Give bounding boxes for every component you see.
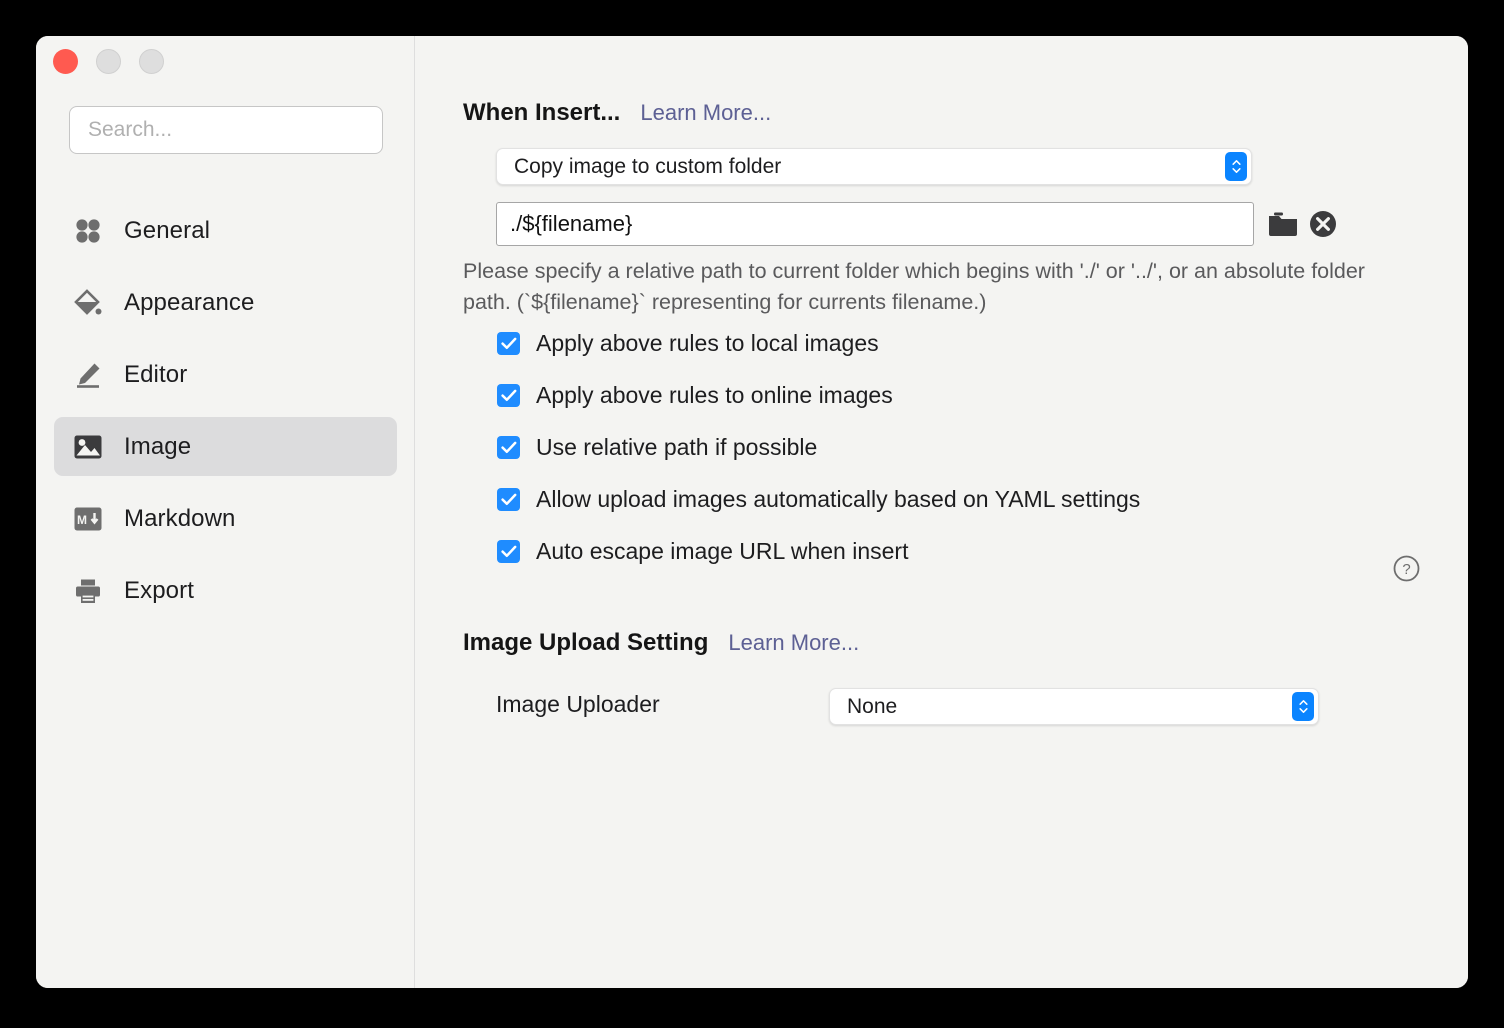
- checkbox-checked-icon[interactable]: [497, 540, 520, 563]
- close-button[interactable]: [53, 49, 78, 74]
- insert-mode-value: Copy image to custom folder: [514, 154, 782, 178]
- insert-mode-select[interactable]: Copy image to custom folder: [496, 148, 1252, 185]
- checkbox-label: Use relative path if possible: [536, 434, 818, 460]
- minimize-button[interactable]: [96, 49, 121, 74]
- checkbox-label: Apply above rules to local images: [536, 330, 879, 356]
- checkbox-checked-icon[interactable]: [497, 488, 520, 511]
- checkbox-label: Apply above rules to online images: [536, 382, 893, 408]
- markdown-icon: M: [73, 504, 103, 534]
- folder-icon[interactable]: [1268, 209, 1298, 239]
- paint-bucket-icon: [73, 288, 103, 318]
- checkbox-row-yaml-upload[interactable]: Allow upload images automatically based …: [497, 486, 1140, 513]
- image-upload-learn-more-link[interactable]: Learn More...: [728, 630, 859, 656]
- section-title: Image Upload Setting: [463, 629, 709, 656]
- question-circle-icon[interactable]: ?: [1393, 555, 1420, 582]
- pencil-icon: [73, 360, 103, 390]
- traffic-lights: [53, 49, 164, 74]
- checkbox-checked-icon[interactable]: [497, 436, 520, 459]
- checkbox-label: Auto escape image URL when insert: [536, 538, 909, 564]
- when-insert-section-header: When Insert... Learn More...: [463, 99, 771, 127]
- checkbox-checked-icon[interactable]: [497, 332, 520, 355]
- image-uploader-value: None: [847, 694, 898, 718]
- stepper-icon[interactable]: [1292, 692, 1314, 721]
- grid-dots-icon: [73, 216, 103, 246]
- custom-folder-path-input[interactable]: [496, 202, 1254, 246]
- checkbox-row-auto-escape[interactable]: Auto escape image URL when insert: [497, 538, 908, 565]
- stepper-icon[interactable]: [1225, 152, 1247, 181]
- sidebar-item-label: Markdown: [124, 504, 236, 532]
- when-insert-learn-more-link[interactable]: Learn More...: [640, 100, 771, 126]
- sidebar-item-editor[interactable]: Editor: [54, 345, 397, 404]
- image-icon: [73, 432, 103, 462]
- image-upload-section-header: Image Upload Setting Learn More...: [463, 629, 859, 657]
- svg-text:?: ?: [1402, 561, 1410, 578]
- image-uploader-select[interactable]: None: [829, 688, 1319, 725]
- path-hint-text: Please specify a relative path to curren…: [463, 259, 1365, 314]
- preferences-window: General Appearance: [36, 36, 1468, 988]
- sidebar-item-image[interactable]: Image: [54, 417, 397, 476]
- checkbox-checked-icon[interactable]: [497, 384, 520, 407]
- checkbox-row-apply-online[interactable]: Apply above rules to online images: [497, 382, 893, 409]
- content-pane: When Insert... Learn More... Copy image …: [415, 36, 1468, 988]
- search-input[interactable]: [69, 106, 383, 154]
- sidebar-item-label: Appearance: [124, 288, 255, 316]
- page-title: When Insert...: [463, 99, 621, 126]
- image-uploader-label: Image Uploader: [496, 691, 660, 717]
- sidebar-nav-list: General Appearance Editor Image M Markdo…: [54, 201, 397, 633]
- checkbox-label: Allow upload images automatically based …: [536, 486, 1141, 512]
- sidebar-item-label: Image: [124, 432, 192, 460]
- sidebar-item-export[interactable]: Export: [54, 561, 397, 620]
- sidebar-item-general[interactable]: General: [54, 201, 397, 260]
- printer-icon: [73, 576, 103, 606]
- zoom-button[interactable]: [139, 49, 164, 74]
- sidebar-item-label: Export: [124, 576, 194, 604]
- checkbox-row-relative-path[interactable]: Use relative path if possible: [497, 434, 817, 461]
- checkbox-row-apply-local[interactable]: Apply above rules to local images: [497, 330, 879, 357]
- clear-circle-icon[interactable]: [1309, 210, 1337, 238]
- sidebar-item-label: General: [124, 216, 211, 244]
- sidebar-item-appearance[interactable]: Appearance: [54, 273, 397, 332]
- search-field-wrapper: [69, 106, 383, 154]
- sidebar-item-label: Editor: [124, 360, 188, 388]
- svg-text:M: M: [77, 513, 87, 527]
- sidebar: General Appearance: [36, 36, 415, 988]
- sidebar-item-markdown[interactable]: M Markdown: [54, 489, 397, 548]
